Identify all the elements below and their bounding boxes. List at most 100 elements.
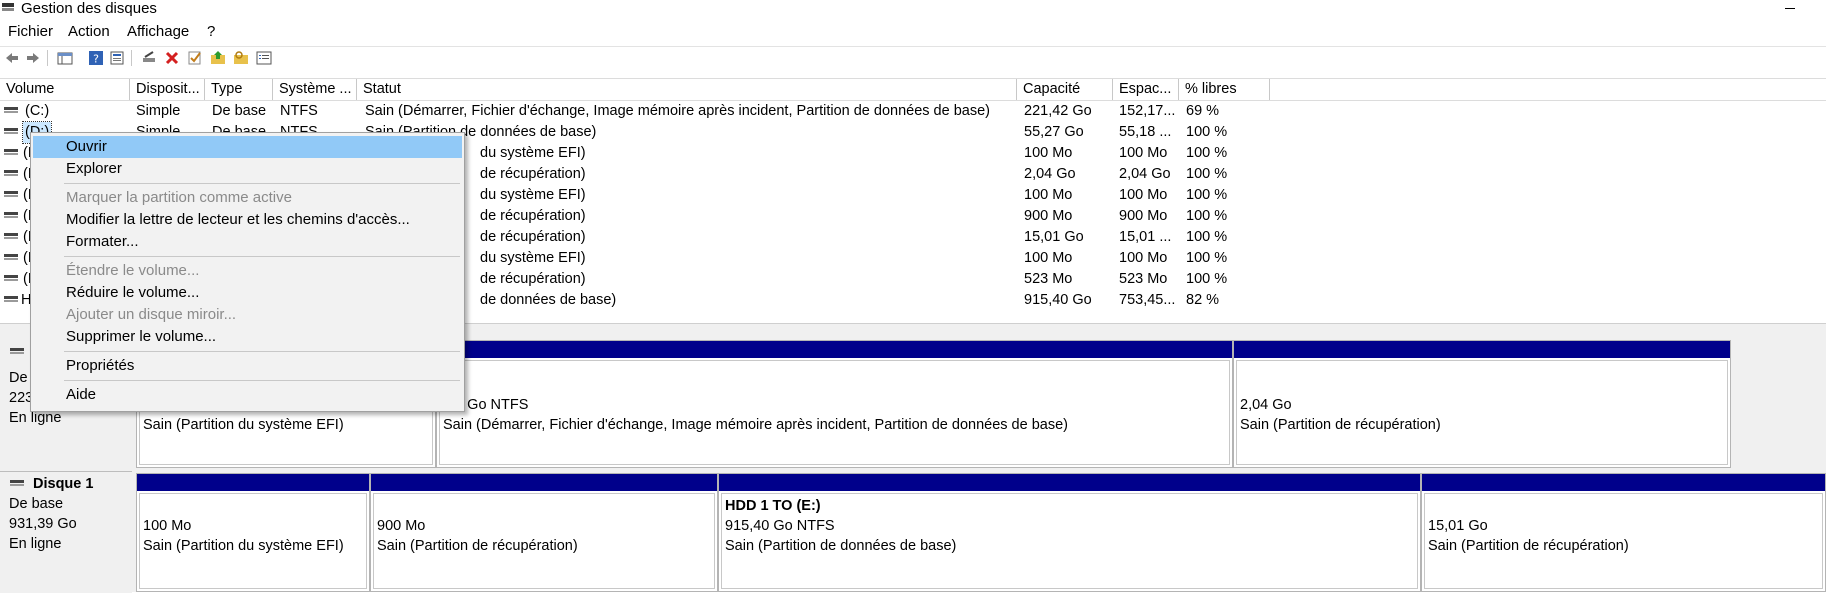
- cell-type: De base: [212, 103, 267, 119]
- table-row[interactable]: (C:) Simple De base NTFS Sain (Démarrer,…: [0, 101, 1826, 122]
- cell-percent-free: 100 %: [1186, 166, 1228, 182]
- toolbar: ?: [0, 46, 1826, 71]
- partition-bar: [1422, 474, 1825, 491]
- partition-status: Sain (Partition de récupération): [1428, 538, 1629, 554]
- folder-key-icon[interactable]: [233, 50, 249, 66]
- partition-e[interactable]: HDD 1 TO (E:) 915,40 Go NTFS Sain (Parti…: [718, 473, 1421, 592]
- menu-item-extend-volume[interactable]: Étendre le volume...: [33, 260, 462, 282]
- menu-item-explorer[interactable]: Explorer: [33, 158, 462, 180]
- partition-efi[interactable]: 100 Mo Sain (Partition du système EFI): [136, 473, 370, 592]
- list-icon[interactable]: [256, 50, 272, 66]
- menu-action[interactable]: Action: [68, 23, 110, 41]
- volume-list-header: Volume Disposit... Type Système ... Stat…: [0, 78, 1826, 101]
- cell-percent-free: 100 %: [1186, 145, 1228, 161]
- disk-1-label[interactable]: Disque 1 De base 931,39 Go En ligne: [0, 471, 132, 593]
- column-volume[interactable]: Volume: [0, 79, 130, 100]
- menu-item-shrink-volume[interactable]: Réduire le volume...: [33, 282, 462, 304]
- cell-status: de récupération): [480, 229, 586, 245]
- cell-capacity: 100 Mo: [1024, 187, 1073, 203]
- cell-free-space: 55,18 ...: [1119, 124, 1172, 140]
- partition-status: Sain (Partition du système EFI): [143, 417, 344, 433]
- disk-status: En ligne: [9, 536, 62, 552]
- column-disposition[interactable]: Disposit...: [130, 79, 205, 100]
- volume-icon: [4, 149, 18, 156]
- cell-status: de récupération): [480, 208, 586, 224]
- cell-free-space: 900 Mo: [1119, 208, 1168, 224]
- cell-free-space: 15,01 ...: [1119, 229, 1172, 245]
- menu-item-add-mirror[interactable]: Ajouter un disque miroir...: [33, 304, 462, 326]
- cell-disposition: Simple: [136, 103, 181, 119]
- menu-item-format[interactable]: Formater...: [33, 231, 462, 253]
- cell-free-space: 523 Mo: [1119, 271, 1168, 287]
- disk-size: 931,39 Go: [9, 516, 77, 532]
- partition-name: HDD 1 TO (E:): [725, 498, 821, 514]
- menu-item-mark-active[interactable]: Marquer la partition comme active: [33, 187, 462, 209]
- menu-help[interactable]: ?: [207, 23, 215, 41]
- menu-item-properties[interactable]: Propriétés: [33, 355, 462, 377]
- partition-size: 15,01 Go: [1428, 518, 1488, 534]
- console-tree-icon[interactable]: [57, 50, 73, 66]
- cell-percent-free: 100 %: [1186, 187, 1228, 203]
- cell-capacity: 100 Mo: [1024, 250, 1073, 266]
- partition-c[interactable]: :) ,42 Go NTFS Sain (Démarrer, Fichier d…: [436, 340, 1233, 468]
- back-arrow-icon[interactable]: [4, 50, 20, 66]
- cell-percent-free: 69 %: [1186, 103, 1220, 119]
- partition-recovery[interactable]: 15,01 Go Sain (Partition de récupération…: [1421, 473, 1826, 592]
- volume-icon: [4, 254, 18, 261]
- help-icon[interactable]: ?: [88, 50, 104, 66]
- minimize-button[interactable]: [1780, 0, 1800, 18]
- column-filesystem[interactable]: Système ...: [273, 79, 357, 100]
- menu-item-help[interactable]: Aide: [33, 384, 462, 406]
- check-icon[interactable]: [187, 50, 203, 66]
- partition-status: Sain (Partition de données de base): [725, 538, 957, 554]
- menu-fichier[interactable]: Fichier: [8, 23, 53, 41]
- volume-icon: [4, 275, 18, 282]
- partition-bar: [719, 474, 1420, 491]
- delete-icon[interactable]: [164, 50, 180, 66]
- cell-percent-free: 100 %: [1186, 250, 1228, 266]
- cell-capacity: 915,40 Go: [1024, 292, 1092, 308]
- partition-recovery[interactable]: 900 Mo Sain (Partition de récupération): [370, 473, 718, 592]
- connect-icon[interactable]: [141, 50, 157, 66]
- partition-size: 915,40 Go NTFS: [725, 518, 835, 534]
- cell-status: de données de base): [480, 292, 617, 308]
- column-percent-free[interactable]: % libres: [1179, 79, 1270, 100]
- volume-icon: [4, 233, 18, 240]
- cell-percent-free: 82 %: [1186, 292, 1220, 308]
- disk-icon: [10, 348, 24, 355]
- svg-text:?: ?: [93, 53, 99, 66]
- menu-item-change-drive-letter[interactable]: Modifier la lettre de lecteur et les che…: [33, 209, 462, 231]
- cell-percent-free: 100 %: [1186, 124, 1228, 140]
- cell-free-space: 100 Mo: [1119, 187, 1168, 203]
- disk-icon: [10, 480, 24, 487]
- folder-up-icon[interactable]: [210, 50, 226, 66]
- menu-affichage[interactable]: Affichage: [127, 23, 189, 41]
- partition-status: Sain (Démarrer, Fichier d'échange, Image…: [443, 417, 1068, 433]
- partition-bar: [437, 341, 1232, 358]
- menu-item-ouvrir[interactable]: Ouvrir: [33, 136, 462, 158]
- column-status[interactable]: Statut: [357, 79, 1017, 100]
- partition-status: Sain (Partition de récupération): [377, 538, 578, 554]
- cell-percent-free: 100 %: [1186, 229, 1228, 245]
- column-free-space[interactable]: Espac...: [1113, 79, 1179, 100]
- forward-arrow-icon[interactable]: [25, 50, 41, 66]
- column-capacity[interactable]: Capacité: [1017, 79, 1113, 100]
- cell-free-space: 100 Mo: [1119, 145, 1168, 161]
- menu-separator: [64, 380, 460, 381]
- column-type[interactable]: Type: [205, 79, 273, 100]
- cell-status: de récupération): [480, 166, 586, 182]
- partition-bar: [1234, 341, 1730, 358]
- menu-separator: [64, 351, 460, 352]
- window-title: Gestion des disques: [21, 0, 157, 17]
- volume-icon: [4, 212, 18, 219]
- cell-capacity: 523 Mo: [1024, 271, 1073, 287]
- partition-recovery[interactable]: 2,04 Go Sain (Partition de récupération): [1233, 340, 1731, 468]
- disk-management-icon: [2, 3, 14, 11]
- cell-percent-free: 100 %: [1186, 271, 1228, 287]
- cell-free-space: 100 Mo: [1119, 250, 1168, 266]
- volume-icon: [4, 170, 18, 177]
- properties-icon[interactable]: [109, 50, 125, 66]
- menu-item-delete-volume[interactable]: Supprimer le volume...: [33, 326, 462, 348]
- cell-capacity: 100 Mo: [1024, 145, 1073, 161]
- cell-free-space: 753,45...: [1119, 292, 1176, 308]
